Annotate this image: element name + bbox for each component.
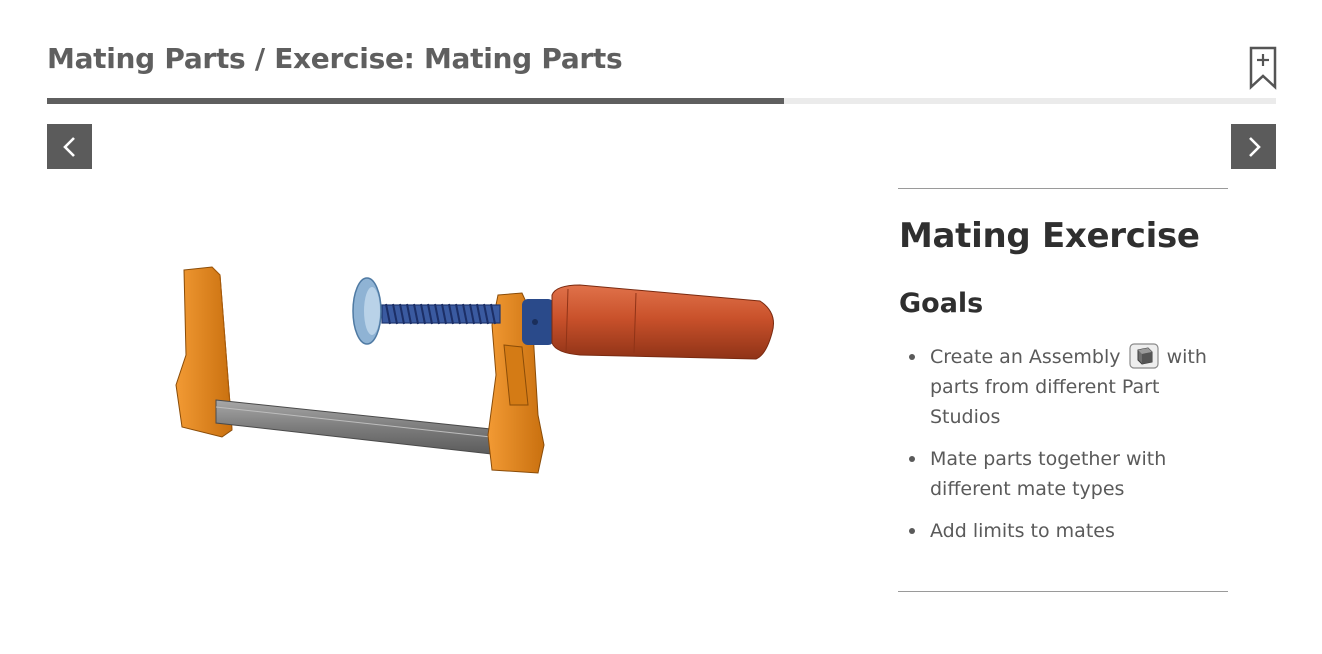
panel-bottom-divider xyxy=(898,591,1228,592)
bookmark-add-icon xyxy=(1249,46,1277,90)
clamp-illustration xyxy=(175,266,774,474)
panel-title: Mating Exercise xyxy=(899,216,1200,256)
list-item: Add limits to mates xyxy=(908,516,1208,546)
previous-button[interactable] xyxy=(47,124,92,169)
chevron-left-icon xyxy=(62,136,75,157)
goal-text: Create an Assembly xyxy=(930,346,1121,368)
panel-top-divider xyxy=(898,188,1228,189)
goals-list: Create an Assembly with parts from diffe… xyxy=(908,342,1208,558)
assembly-icon xyxy=(1128,343,1159,369)
goal-text: Mate parts together with different mate … xyxy=(930,448,1167,500)
next-button[interactable] xyxy=(1231,124,1276,169)
progress-fill xyxy=(47,98,785,104)
bookmark-button[interactable] xyxy=(1248,46,1278,90)
chevron-right-icon xyxy=(1248,136,1261,157)
list-item: Mate parts together with different mate … xyxy=(908,444,1208,504)
goal-text: Add limits to mates xyxy=(930,520,1115,542)
breadcrumb: Mating Parts / Exercise: Mating Parts xyxy=(47,42,623,75)
list-item: Create an Assembly with parts from diffe… xyxy=(908,342,1208,432)
progress-bar xyxy=(47,98,1276,104)
goals-heading: Goals xyxy=(899,288,984,319)
